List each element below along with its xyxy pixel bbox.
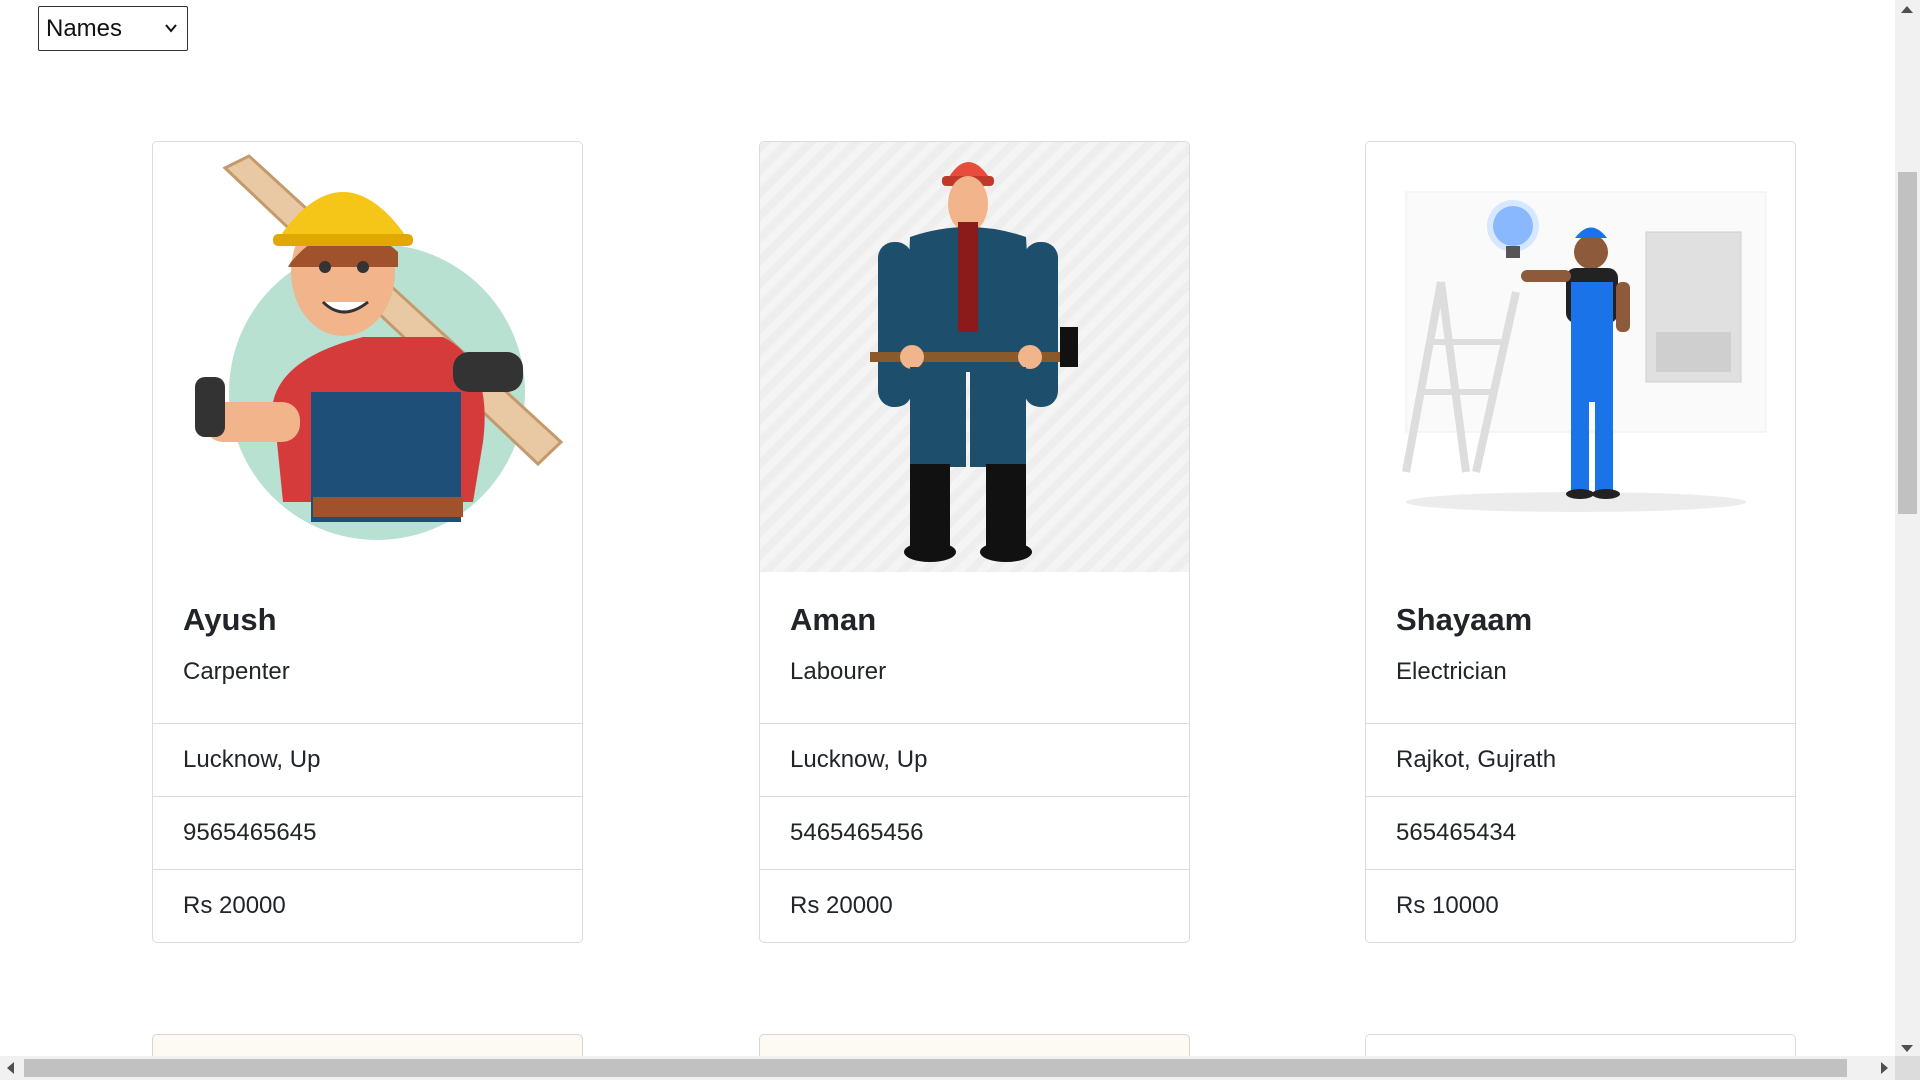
worker-role: Carpenter (183, 658, 290, 685)
worker-role: Labourer (790, 658, 887, 685)
worker-phone: 5465465456 (760, 796, 1189, 869)
worker-card[interactable] (759, 1034, 1190, 1056)
scroll-down-arrow-icon[interactable] (1901, 1045, 1913, 1052)
worker-wage: Rs 20000 (153, 869, 582, 942)
worker-name: Ayush (183, 602, 277, 637)
worker-location: Rajkot, Gujrath (1366, 723, 1795, 796)
worker-role: Electrician (1396, 658, 1507, 685)
worker-wage: Rs 20000 (760, 869, 1189, 942)
worker-location: Lucknow, Up (153, 723, 582, 796)
worker-name: Aman (790, 602, 877, 637)
worker-card[interactable]: Shayaam Electrician Rajkot, Gujrath 5654… (1365, 141, 1796, 943)
worker-card[interactable]: Ayush Carpenter Lucknow, Up 9565465645 R… (152, 141, 583, 943)
sort-select[interactable]: Names (38, 6, 188, 51)
worker-phone: 9565465645 (153, 796, 582, 869)
electrician-illustration (1366, 142, 1795, 572)
worker-card[interactable] (152, 1034, 583, 1056)
sort-select-value: Names (46, 14, 123, 42)
labourer-illustration (760, 142, 1189, 572)
scrollbar-corner (1895, 1056, 1920, 1080)
scroll-right-arrow-icon[interactable] (1881, 1062, 1888, 1074)
scroll-up-arrow-icon[interactable] (1901, 6, 1913, 13)
vertical-scroll-thumb[interactable] (1898, 172, 1917, 514)
carpenter-illustration (153, 142, 582, 572)
horizontal-scrollbar[interactable] (0, 1056, 1895, 1080)
vertical-scrollbar[interactable] (1895, 0, 1920, 1056)
horizontal-scroll-thumb[interactable] (24, 1059, 1847, 1077)
worker-phone: 565465434 (1366, 796, 1795, 869)
worker-wage: Rs 10000 (1366, 869, 1795, 942)
chevron-down-icon (165, 24, 177, 33)
worker-name: Shayaam (1396, 602, 1533, 637)
worker-card[interactable] (1365, 1034, 1796, 1056)
worker-card[interactable]: Aman Labourer Lucknow, Up 5465465456 Rs … (759, 141, 1190, 943)
scroll-left-arrow-icon[interactable] (7, 1062, 14, 1074)
worker-location: Lucknow, Up (760, 723, 1189, 796)
page: Names Ayush Carpenter Lucknow, Up 956546… (0, 0, 1895, 1056)
